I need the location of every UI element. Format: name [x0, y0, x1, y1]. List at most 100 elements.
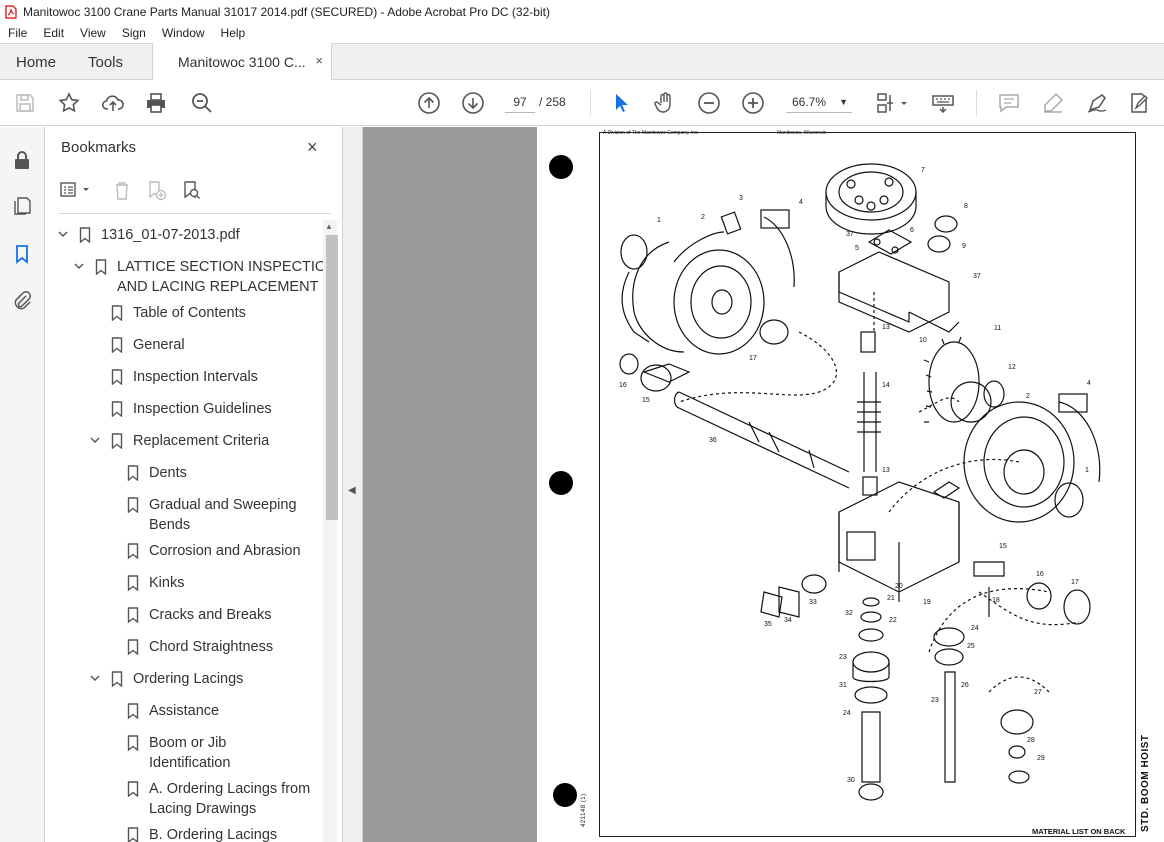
svg-text:32: 32: [845, 610, 853, 617]
comment-icon[interactable]: [997, 91, 1021, 115]
next-page-icon[interactable]: [461, 91, 485, 115]
menu-edit[interactable]: Edit: [35, 26, 72, 40]
svg-text:23: 23: [839, 654, 847, 661]
zoom-search-icon[interactable]: [190, 91, 214, 115]
bookmark-item[interactable]: Ordering Lacings: [45, 669, 325, 689]
document-viewport[interactable]: A Division of The Manitowoc Company, Inc…: [363, 127, 1164, 842]
binder-hole: [549, 471, 573, 495]
page-thumbnails-icon[interactable]: [11, 195, 33, 217]
svg-text:24: 24: [843, 710, 851, 717]
scrollbar-thumb[interactable]: [326, 235, 338, 520]
print-icon[interactable]: [144, 91, 168, 115]
bookmark-item[interactable]: Inspection Intervals: [45, 367, 325, 387]
left-rail: [0, 127, 45, 842]
collapse-panel-icon[interactable]: ◀: [348, 485, 356, 496]
close-icon[interactable]: ×: [307, 137, 318, 158]
bookmark-item[interactable]: Boom or Jib Identification: [45, 733, 325, 773]
bookmark-item[interactable]: Cracks and Breaks: [45, 605, 325, 625]
bookmark-item[interactable]: General: [45, 335, 325, 355]
save-icon[interactable]: [13, 91, 37, 115]
find-bookmark-icon[interactable]: [180, 179, 202, 201]
bookmark-icon: [127, 827, 139, 842]
delete-bookmark-icon[interactable]: [111, 179, 133, 201]
menu-sign[interactable]: Sign: [114, 26, 154, 40]
edit-pdf-icon[interactable]: [1127, 91, 1151, 115]
svg-text:33: 33: [809, 599, 817, 606]
svg-text:14: 14: [882, 382, 890, 389]
chevron-down-icon[interactable]: [89, 669, 101, 689]
bookmark-label: Gradual and Sweeping: [149, 497, 297, 513]
bookmarks-title: Bookmarks: [61, 139, 137, 156]
svg-text:29: 29: [1037, 755, 1045, 762]
bookmark-label: A. Ordering Lacings from: [149, 781, 311, 797]
menu-file[interactable]: File: [0, 26, 35, 40]
bookmark-label: Bends: [149, 517, 191, 533]
panel-splitter[interactable]: ◀: [343, 127, 363, 842]
keyboard-icon[interactable]: [931, 91, 955, 115]
bookmark-item[interactable]: Gradual and Sweeping Bends: [45, 495, 325, 535]
bookmark-item[interactable]: Kinks: [45, 573, 325, 593]
attachment-icon[interactable]: [11, 289, 33, 311]
svg-text:35: 35: [764, 621, 772, 628]
bookmark-item[interactable]: 1316_01-07-2013.pdf: [45, 225, 325, 245]
bookmark-options-icon[interactable]: [59, 179, 89, 201]
bookmark-item[interactable]: Table of Contents: [45, 303, 325, 323]
new-bookmark-icon[interactable]: [145, 179, 167, 201]
bookmark-label: Ordering Lacings: [133, 671, 244, 687]
select-arrow-icon[interactable]: [609, 91, 633, 115]
bookmark-label: Boom or Jib: [149, 735, 227, 751]
chevron-down-icon[interactable]: [89, 431, 101, 451]
page-number-input[interactable]: 97: [505, 91, 535, 113]
bookmark-item[interactable]: Dents: [45, 463, 325, 483]
svg-text:13: 13: [882, 324, 890, 331]
menu-help[interactable]: Help: [213, 26, 254, 40]
zoom-level-select[interactable]: 66.7% ▼: [786, 91, 852, 113]
bookmarks-icon[interactable]: [11, 243, 33, 265]
bookmark-item[interactable]: Chord Straightness: [45, 637, 325, 657]
tab-home[interactable]: Home: [16, 54, 56, 71]
page-layout-icon[interactable]: [875, 91, 909, 115]
bookmark-item[interactable]: Corrosion and Abrasion: [45, 541, 325, 561]
bookmark-item[interactable]: Assistance: [45, 701, 325, 721]
draw-sign-icon[interactable]: [1085, 91, 1109, 115]
svg-text:20: 20: [895, 583, 903, 590]
bookmark-label: Inspection Intervals: [133, 369, 258, 385]
zoom-out-icon[interactable]: [697, 91, 721, 115]
pdf-page: A Division of The Manitowoc Company, Inc…: [537, 127, 1164, 842]
bookmark-label: Inspection Guidelines: [133, 401, 272, 417]
zoom-in-icon[interactable]: [741, 91, 765, 115]
bookmark-item[interactable]: Inspection Guidelines: [45, 399, 325, 419]
menu-view[interactable]: View: [72, 26, 114, 40]
bookmark-label: LATTICE SECTION INSPECTION: [117, 259, 337, 275]
bookmark-item[interactable]: A. Ordering Lacings from Lacing Drawings: [45, 779, 325, 819]
svg-text:37: 37: [846, 231, 854, 238]
bookmark-label: 1316_01-07-2013.pdf: [101, 227, 240, 243]
hand-tool-icon[interactable]: [653, 91, 677, 115]
previous-page-icon[interactable]: [417, 91, 441, 115]
scroll-up-arrow-icon[interactable]: ▲: [325, 222, 333, 231]
bookmark-item[interactable]: B. Ordering Lacings: [45, 825, 325, 842]
highlight-pen-icon[interactable]: [1041, 91, 1065, 115]
drawing-number: 421148 (1): [581, 793, 587, 827]
svg-text:12: 12: [1008, 364, 1016, 371]
bookmark-label: General: [133, 337, 185, 353]
bookmark-icon: [127, 497, 139, 513]
svg-text:4: 4: [1087, 380, 1091, 387]
tab-document[interactable]: Manitowoc 3100 C... ×: [152, 43, 332, 81]
lock-icon[interactable]: [11, 149, 33, 171]
svg-text:15: 15: [999, 543, 1007, 550]
bookmark-icon: [127, 639, 139, 655]
bookmark-item[interactable]: LATTICE SECTION INSPECTION AND LACING RE…: [45, 257, 337, 297]
tab-document-label: Manitowoc 3100 C...: [178, 54, 306, 70]
bookmark-item[interactable]: Replacement Criteria: [45, 431, 325, 451]
chevron-down-icon[interactable]: [73, 257, 85, 277]
bookmarks-scrollbar[interactable]: ▲: [323, 220, 338, 842]
menu-window[interactable]: Window: [154, 26, 213, 40]
tab-tools[interactable]: Tools: [88, 54, 123, 71]
svg-text:24: 24: [971, 625, 979, 632]
chevron-down-icon[interactable]: [57, 225, 69, 245]
tab-close-icon[interactable]: ×: [315, 53, 323, 68]
upload-cloud-icon[interactable]: [101, 91, 125, 115]
star-icon[interactable]: [57, 91, 81, 115]
bookmark-icon: [127, 465, 139, 481]
